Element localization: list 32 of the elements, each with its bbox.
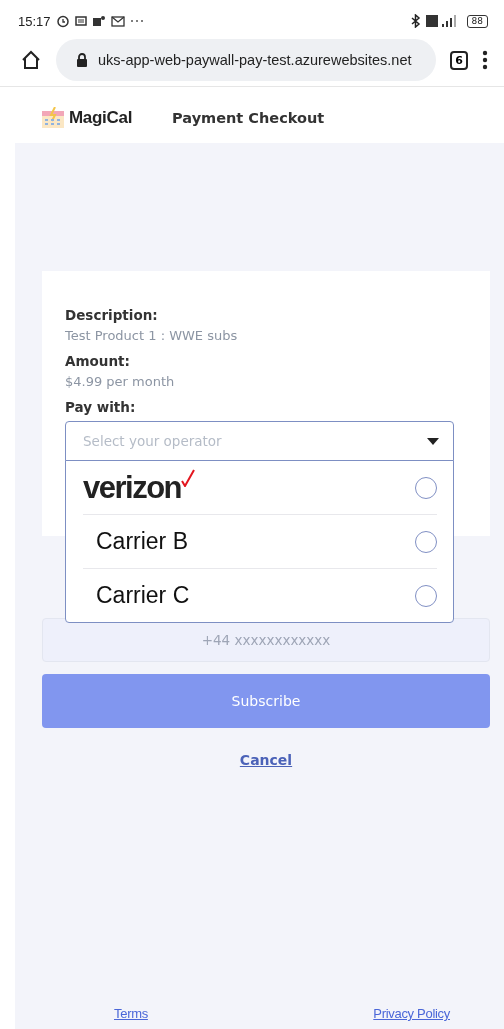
page-title: Payment Checkout [172,110,325,126]
description-value: Test Product 1 : WWE subs [65,328,239,343]
menu-icon[interactable] [482,50,488,70]
footer-link[interactable]: Terms [114,1006,148,1021]
alarm-clock-icon [55,14,70,28]
battery-level: 88 [466,14,488,28]
bluetooth-icon [410,14,421,28]
brand-name: MagiCal [69,108,133,128]
checkmark-icon [181,469,196,487]
dropdown-caret-icon [427,437,439,445]
notification-icon [74,15,87,27]
carrier-name: Carrier C [96,582,190,609]
calendar-logo-icon [41,107,67,129]
home-icon[interactable] [20,49,42,71]
operator-option[interactable]: Carrier B [83,514,437,568]
status-time: 15:17 [18,13,51,29]
url-text: uks-app-web-paywall-pay-test.azurewebsites.net [98,52,412,68]
field-label: Description: [65,307,159,323]
footer-link[interactable]: Privacy Policy [373,1006,450,1021]
operator-option[interactable]: verizon [83,461,437,514]
mail-icon [110,15,125,27]
operator-option[interactable]: Carrier C [83,568,437,622]
field-label: Pay with: [65,399,137,415]
cancel-link[interactable]: Cancel [239,752,293,768]
field-label: Amount: [65,353,131,369]
more-dots-icon [129,19,144,23]
lock-icon [76,53,88,67]
amount-value: $4.99 per month [65,374,176,389]
carrier-logo: verizon [83,472,182,503]
address-bar[interactable]: uks-app-web-paywall-pay-test.azurewebsites.net [56,39,436,81]
carrier-name: Carrier B [96,528,188,555]
tab-count-button[interactable]: 6 [450,50,468,70]
